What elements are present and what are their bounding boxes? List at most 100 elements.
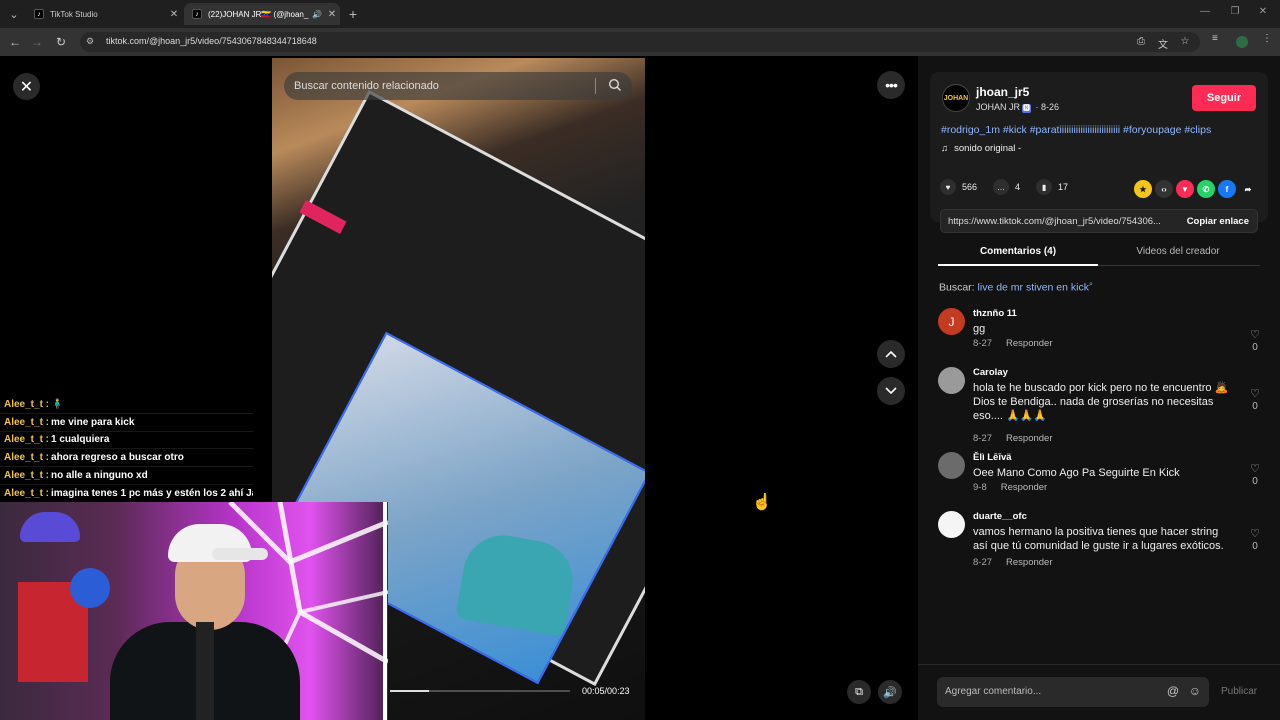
comment-avatar[interactable]: [938, 511, 965, 538]
copy-link-button[interactable]: Copiar enlace: [1187, 216, 1249, 227]
streamer-facecam: [0, 502, 388, 720]
comment-date: 8-27: [973, 338, 993, 349]
embed-icon[interactable]: ‹›: [1155, 180, 1173, 198]
media-control-icon[interactable]: ≡: [1212, 33, 1218, 44]
tiktok-favicon-icon: ♪: [34, 9, 44, 19]
follow-button[interactable]: Seguir: [1192, 85, 1256, 111]
send-icon[interactable]: ▼: [1176, 180, 1194, 198]
emoji-icon[interactable]: ☺: [1189, 684, 1201, 698]
volume-button[interactable]: 🔊: [878, 680, 902, 704]
comment-like-icon[interactable]: ♡: [1248, 527, 1262, 540]
comment-username[interactable]: Ělì Lēīvä: [973, 452, 1012, 463]
reply-button[interactable]: Responder: [1006, 433, 1052, 444]
panel-tabs: Comentarios (4) Videos del creador: [938, 240, 1260, 266]
mouse-cursor-icon: ☝: [752, 494, 772, 511]
new-tab-button[interactable]: +: [344, 5, 362, 23]
stream-chat-overlay: Alee_t_t : 🧍‍♂️ Alee_t_t : me vine para kic…: [0, 396, 253, 504]
reply-button[interactable]: Responder: [1001, 482, 1047, 493]
tab-creator-videos[interactable]: Videos del creador: [1098, 246, 1258, 257]
search-suggestion-link[interactable]: live de mr stiven en kick: [978, 282, 1089, 294]
chat-message: Alee_t_t : 🧍‍♂️: [0, 396, 253, 414]
side-panel: JOHAN jhoan_jr5 JOHAN JR 🅽 · 8-26 Seguir …: [918, 56, 1280, 720]
comment-meta: 9-8 Responder: [973, 482, 1047, 493]
creator-subline: JOHAN JR 🅽 · 8-26: [976, 102, 1060, 113]
comment-meta: 8-27 Responder: [973, 433, 1053, 444]
search-icon: ⌕: [1089, 281, 1093, 288]
tab-comments[interactable]: Comentarios (4): [938, 246, 1098, 257]
streamer-cap-brim: [212, 548, 268, 560]
creator-handle[interactable]: jhoan_jr5: [976, 85, 1029, 99]
comment-like-count: 0: [1252, 401, 1258, 412]
music-note-icon: ♫: [941, 143, 949, 154]
close-video-button[interactable]: ✕: [13, 73, 40, 100]
close-window-icon[interactable]: ✕: [1256, 6, 1270, 17]
chevron-up-icon: [885, 350, 897, 358]
like-count: 566: [962, 182, 978, 192]
chat-username: Alee_t_t :: [4, 487, 50, 499]
bookmark-star-icon[interactable]: ☆: [1178, 36, 1192, 47]
next-video-button[interactable]: [877, 377, 905, 405]
video-progress-bar[interactable]: [390, 690, 570, 692]
creator-badge-icon: 🅽: [1022, 104, 1032, 113]
comment-placeholder: Agregar comentario...: [945, 686, 1042, 697]
chat-text: 1 cualquiera: [51, 434, 110, 446]
address-bar[interactable]: ⚙ tiktok.com/@jhoan_jr5/video/7543067848…: [80, 32, 1200, 52]
whatsapp-icon[interactable]: ✆: [1197, 180, 1215, 198]
comment-like-icon[interactable]: ♡: [1248, 462, 1262, 475]
comment-username[interactable]: duarte__ofc: [973, 511, 1027, 522]
search-suggestion: Buscar: live de mr stiven en kick⌕: [939, 281, 1093, 294]
video-progress-fill: [390, 690, 430, 692]
comment-input[interactable]: Agregar comentario... @ ☺: [937, 677, 1209, 707]
chat-username: Alee_t_t :: [4, 416, 50, 428]
tab-title: (22)JOHAN JR🇻🇪 (@jhoan_: [208, 9, 309, 19]
chat-text: me vine para kick: [51, 416, 135, 428]
creator-avatar[interactable]: JOHAN: [942, 84, 970, 112]
comment-icon[interactable]: …: [993, 179, 1010, 195]
maximize-icon[interactable]: ❐: [1228, 6, 1242, 17]
comment-like-icon[interactable]: ♡: [1248, 328, 1262, 341]
back-icon[interactable]: ←: [6, 33, 24, 51]
profile-avatar-icon[interactable]: [1236, 36, 1248, 48]
close-tab-icon[interactable]: ✕: [166, 9, 182, 20]
comment-avatar[interactable]: [938, 452, 965, 479]
heart-icon[interactable]: ♥: [940, 179, 956, 195]
floating-player-button[interactable]: ⧉: [847, 680, 871, 704]
share-arrow-icon[interactable]: ➦: [1239, 180, 1257, 198]
mention-icon[interactable]: @: [1167, 684, 1179, 698]
reply-button[interactable]: Responder: [1006, 338, 1052, 349]
related-search-input[interactable]: Buscar contenido relacionado: [284, 72, 632, 100]
comment-date: 9-8: [973, 482, 987, 493]
publish-button[interactable]: Publicar: [1221, 686, 1257, 697]
browser-menu-icon[interactable]: ⋮: [1262, 33, 1272, 44]
comment-avatar[interactable]: [938, 367, 965, 394]
comment-username[interactable]: thznño 11: [973, 308, 1017, 319]
facebook-icon[interactable]: f: [1218, 180, 1236, 198]
comment-username[interactable]: Carolay: [973, 367, 1008, 378]
tab-search-icon[interactable]: ⌄: [4, 4, 24, 24]
site-info-icon[interactable]: ⚙: [86, 36, 94, 47]
install-icon[interactable]: ⎙: [1134, 36, 1148, 47]
chat-text: ahora regreso a buscar otro: [51, 452, 184, 464]
translate-icon[interactable]: 文: [1156, 36, 1170, 51]
close-tab-icon[interactable]: ✕: [324, 9, 340, 20]
tab-title: TikTok Studio: [50, 9, 98, 19]
active-tab-indicator: [938, 264, 1098, 266]
more-options-button[interactable]: •••: [877, 71, 905, 99]
reply-button[interactable]: Responder: [1006, 557, 1052, 568]
repost-icon[interactable]: ★: [1134, 180, 1152, 198]
comment-text: Oee Mano Como Ago Pa Seguirte En Kick: [973, 467, 1180, 479]
tab-johan-jr[interactable]: ♪ (22)JOHAN JR🇻🇪 (@jhoan_ 🔊 ✕: [184, 3, 340, 25]
hashtags[interactable]: #rodrigo_1m #kick #paratiiiiiiiiiiiiiiii…: [941, 124, 1211, 136]
speaker-icon[interactable]: 🔊: [310, 10, 324, 19]
previous-video-button[interactable]: [877, 340, 905, 368]
comment-like-icon[interactable]: ♡: [1248, 387, 1262, 400]
tab-tiktok-studio[interactable]: ♪ TikTok Studio ✕: [26, 3, 182, 25]
bookmark-icon[interactable]: ▮: [1036, 179, 1053, 195]
minimize-icon[interactable]: —: [1198, 6, 1212, 17]
forward-icon[interactable]: →: [28, 33, 46, 51]
reload-icon[interactable]: ↻: [52, 33, 70, 51]
comment-avatar[interactable]: J: [938, 308, 965, 335]
search-icon[interactable]: [608, 78, 622, 92]
share-link-url[interactable]: https://www.tiktok.com/@jhoan_jr5/video/…: [948, 216, 1172, 227]
sound-link[interactable]: ♫ sonido original -: [941, 143, 1021, 154]
